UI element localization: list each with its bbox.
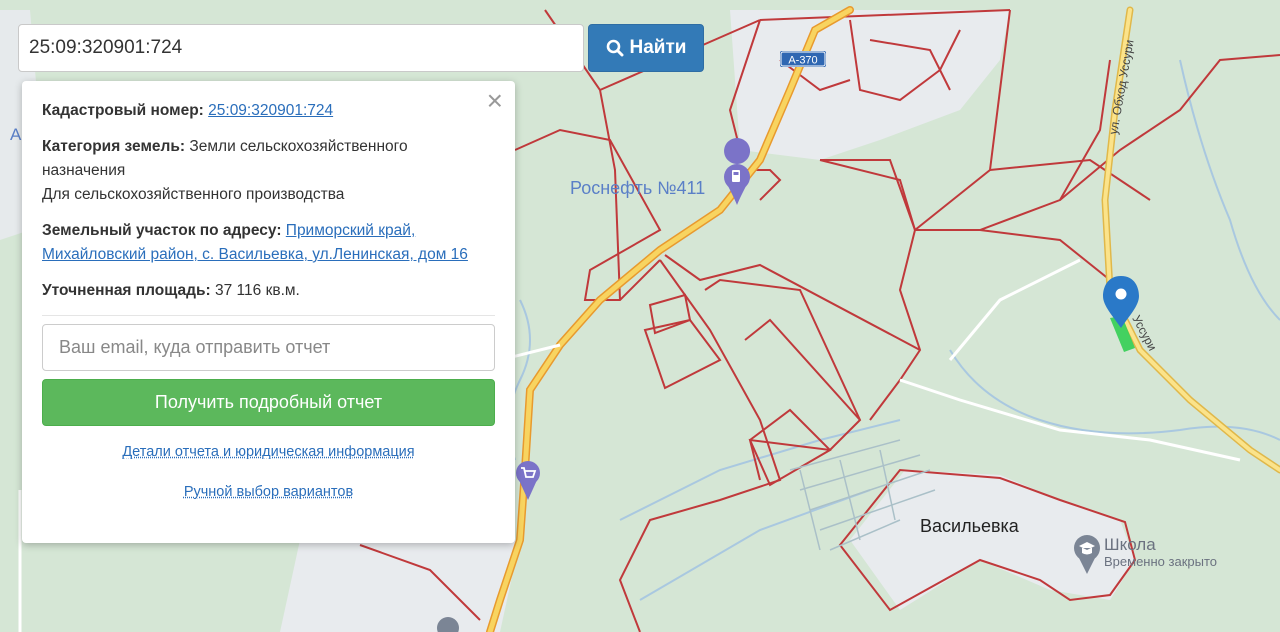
cadastral-label: Кадастровый номер: [42, 102, 204, 119]
school-status: Временно закрыто [1104, 554, 1217, 569]
close-icon[interactable]: × [487, 87, 503, 115]
address-label: Земельный участок по адресу: [42, 222, 282, 239]
map-edge-letter: А [10, 125, 22, 144]
area-value: 37 116 кв.м. [215, 282, 300, 299]
divider [42, 315, 495, 316]
parcel-info-popup: × Кадастровый номер: 25:09:320901:724 Ка… [22, 81, 515, 543]
area-label: Уточненная площадь: [42, 282, 211, 299]
search-icon [606, 39, 624, 57]
school-name: Школа [1104, 535, 1156, 554]
address-row: Земельный участок по адресу: Приморский … [42, 219, 495, 267]
village-label: Васильевка [920, 516, 1020, 536]
search-button-label: Найти [629, 37, 687, 58]
cadastral-row: Кадастровый номер: 25:09:320901:724 [42, 99, 495, 123]
area-row: Уточненная площадь: 37 116 кв.м. [42, 279, 495, 303]
email-field[interactable] [42, 324, 495, 371]
category-row: Категория земель: Земли сельскохозяйстве… [42, 135, 495, 207]
get-report-button[interactable]: Получить подробный отчет [42, 379, 495, 426]
land-use-value: Для сельскохозяйственного производства [42, 186, 345, 203]
manual-selection-link[interactable]: Ручной выбор вариантов [42, 480, 495, 504]
cadastral-search-input[interactable] [18, 24, 584, 72]
report-details-link[interactable]: Детали отчета и юридическая информация [42, 440, 495, 464]
road-badge-label: А-370 [788, 55, 817, 67]
search-button[interactable]: Найти [588, 24, 704, 72]
category-label: Категория земель: [42, 138, 186, 155]
cadastral-number-link[interactable]: 25:09:320901:724 [208, 102, 333, 119]
road-badge: А-370 [780, 51, 826, 67]
gas-station-label: Роснефть №411 [570, 178, 705, 198]
settlement-area-south [280, 540, 520, 632]
